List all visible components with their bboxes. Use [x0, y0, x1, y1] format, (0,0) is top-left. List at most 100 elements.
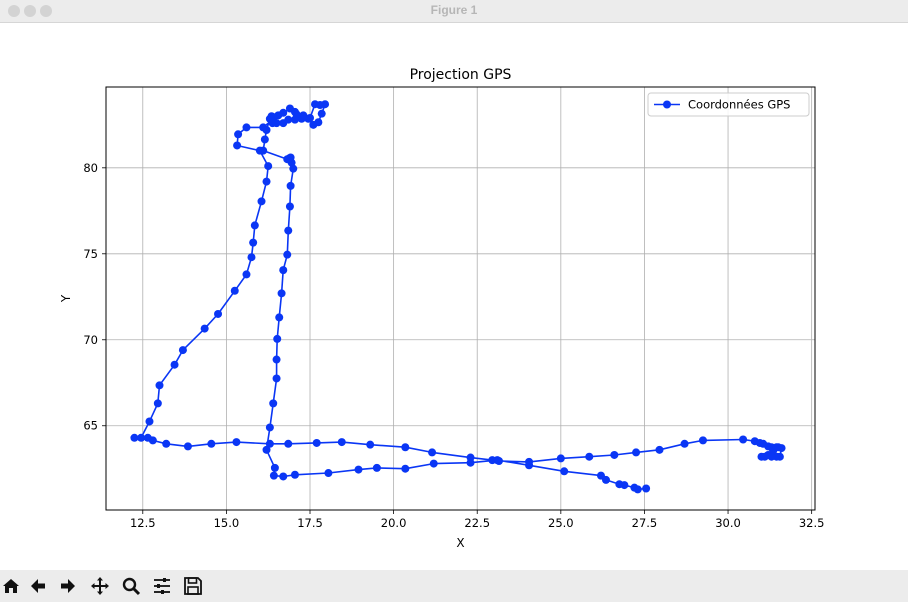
x-tick-label: 27.5 — [632, 516, 658, 530]
data-point — [286, 181, 295, 190]
data-point — [145, 417, 154, 426]
data-point — [155, 381, 164, 390]
figure-canvas: 12.5 15.0 17.5 20.0 22.5 25.0 27.5 30.0 32.5 65 7… — [0, 23, 908, 570]
data-point — [270, 463, 279, 472]
x-tick-label: 30.0 — [715, 516, 741, 530]
navigation-toolbar — [0, 570, 908, 602]
data-point — [284, 439, 293, 448]
data-point — [314, 118, 323, 127]
data-point — [269, 471, 278, 480]
data-point — [153, 399, 162, 408]
pan-icon[interactable] — [89, 575, 111, 597]
data-point — [242, 123, 251, 132]
data-point — [698, 436, 707, 445]
data-point — [269, 399, 278, 408]
data-point — [255, 146, 264, 155]
data-point — [284, 226, 293, 235]
data-point — [354, 465, 363, 474]
data-point — [466, 453, 475, 462]
data-point — [596, 471, 605, 480]
data-point — [680, 439, 689, 448]
data-point — [170, 360, 179, 369]
legend: Coordonnées GPS — [647, 92, 810, 117]
window-titlebar: Figure 1 — [0, 0, 908, 23]
chart-title: Projection GPS — [410, 67, 512, 83]
data-point — [757, 452, 766, 461]
x-tick-label: 15.0 — [214, 516, 240, 530]
data-point — [275, 313, 284, 322]
data-point — [183, 442, 192, 451]
data-point — [324, 469, 333, 478]
data-point — [401, 464, 410, 473]
x-tick-label: 20.0 — [381, 516, 407, 530]
data-point — [260, 135, 269, 144]
data-point — [249, 238, 258, 247]
data-point — [148, 436, 157, 445]
legend-marker-sample — [663, 100, 671, 109]
data-point — [494, 456, 503, 465]
data-point — [277, 289, 286, 298]
data-point — [585, 452, 594, 461]
subplots-icon[interactable] — [151, 575, 173, 597]
data-point — [265, 439, 274, 448]
data-point — [162, 439, 171, 448]
window-title: Figure 1 — [430, 3, 478, 17]
data-point — [312, 438, 321, 447]
data-point — [630, 483, 639, 492]
data-point — [272, 374, 281, 383]
data-point — [428, 448, 437, 457]
zoom-icon[interactable] — [120, 575, 142, 597]
data-point — [560, 467, 569, 476]
series-group — [130, 100, 786, 494]
data-point — [283, 155, 292, 164]
x-tick-label: 25.0 — [548, 516, 574, 530]
data-point — [233, 141, 242, 150]
data-point — [279, 472, 288, 481]
x-axis-label: X — [456, 536, 464, 550]
data-point — [267, 116, 276, 125]
data-point — [207, 439, 216, 448]
save-icon[interactable] — [182, 575, 204, 597]
data-point — [262, 177, 271, 186]
data-point — [317, 109, 326, 118]
data-point — [279, 108, 288, 117]
x-tick-label: 32.5 — [799, 516, 825, 530]
data-point — [655, 445, 664, 454]
series-line — [133, 103, 783, 491]
data-point — [311, 100, 320, 109]
data-point — [200, 324, 209, 333]
data-point — [264, 162, 273, 171]
data-point — [257, 197, 266, 206]
data-point — [429, 459, 438, 468]
data-point — [214, 309, 223, 318]
data-point — [130, 433, 139, 442]
y-tick-label: 80 — [83, 161, 98, 175]
data-point — [401, 443, 410, 452]
data-point — [178, 346, 187, 355]
data-point — [290, 470, 299, 479]
x-tick-label: 12.5 — [130, 516, 156, 530]
y-tick-label: 70 — [83, 333, 98, 347]
x-axis-ticks: 12.5 15.0 17.5 20.0 22.5 25.0 27.5 30.0 32.5 — [130, 510, 824, 530]
back-arrow-icon[interactable] — [27, 575, 49, 597]
chart: 12.5 15.0 17.5 20.0 22.5 25.0 27.5 30.0 32.5 65 7… — [59, 67, 824, 550]
data-point — [265, 423, 274, 432]
data-point — [525, 457, 534, 466]
data-point — [247, 253, 256, 262]
data-point — [250, 221, 259, 230]
data-point — [279, 266, 288, 275]
data-point — [642, 484, 651, 493]
data-point — [283, 250, 292, 259]
home-icon[interactable] — [0, 575, 22, 597]
data-point — [273, 334, 282, 343]
data-point — [232, 438, 241, 447]
data-point — [366, 440, 375, 449]
data-point — [242, 270, 251, 279]
y-tick-label: 65 — [83, 419, 98, 433]
data-point — [259, 123, 268, 132]
forward-arrow-icon[interactable] — [57, 575, 79, 597]
x-tick-label: 17.5 — [297, 516, 323, 530]
data-point — [230, 286, 239, 295]
data-point — [234, 130, 243, 139]
data-point — [615, 480, 624, 489]
